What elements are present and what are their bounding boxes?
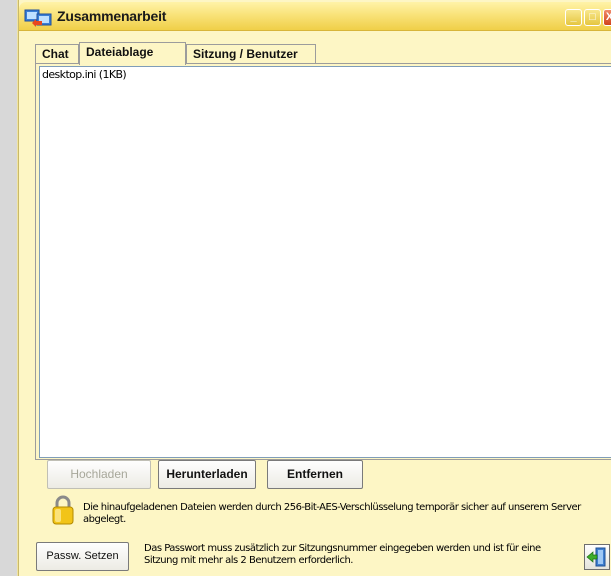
download-button[interactable]: Herunterladen [158,460,256,489]
file-list[interactable]: desktop.ini (1KB) [39,66,611,458]
tab-dateiablage[interactable]: Dateiablage [79,42,186,65]
list-item[interactable]: desktop.ini (1KB) [42,68,127,81]
set-password-button[interactable]: Passw. Setzen [36,542,129,571]
exit-door-icon [586,547,606,567]
tab-chat[interactable]: Chat [35,44,79,64]
password-info-text: Das Passwort muss zusätzlich zur Sitzung… [144,543,541,566]
main-window: Zusammenarbeit _ □ X Chat Dateiablage Si… [18,0,611,576]
maximize-button[interactable]: □ [584,9,601,26]
upload-button[interactable]: Hochladen [47,460,151,489]
minimize-button[interactable]: _ [565,9,582,26]
tab-sitzung-benutzer[interactable]: Sitzung / Benutzer [186,44,316,64]
encryption-info-text: Die hinaufgeladenen Dateien werden durch… [83,502,581,525]
window-title: Zusammenarbeit [57,8,167,24]
title-bar[interactable]: Zusammenarbeit _ □ X [19,2,611,31]
collaboration-icon [24,9,52,27]
close-button[interactable]: X [603,9,611,26]
lock-icon [52,495,74,525]
remove-button[interactable]: Entfernen [267,460,363,489]
exit-button[interactable] [584,544,610,570]
